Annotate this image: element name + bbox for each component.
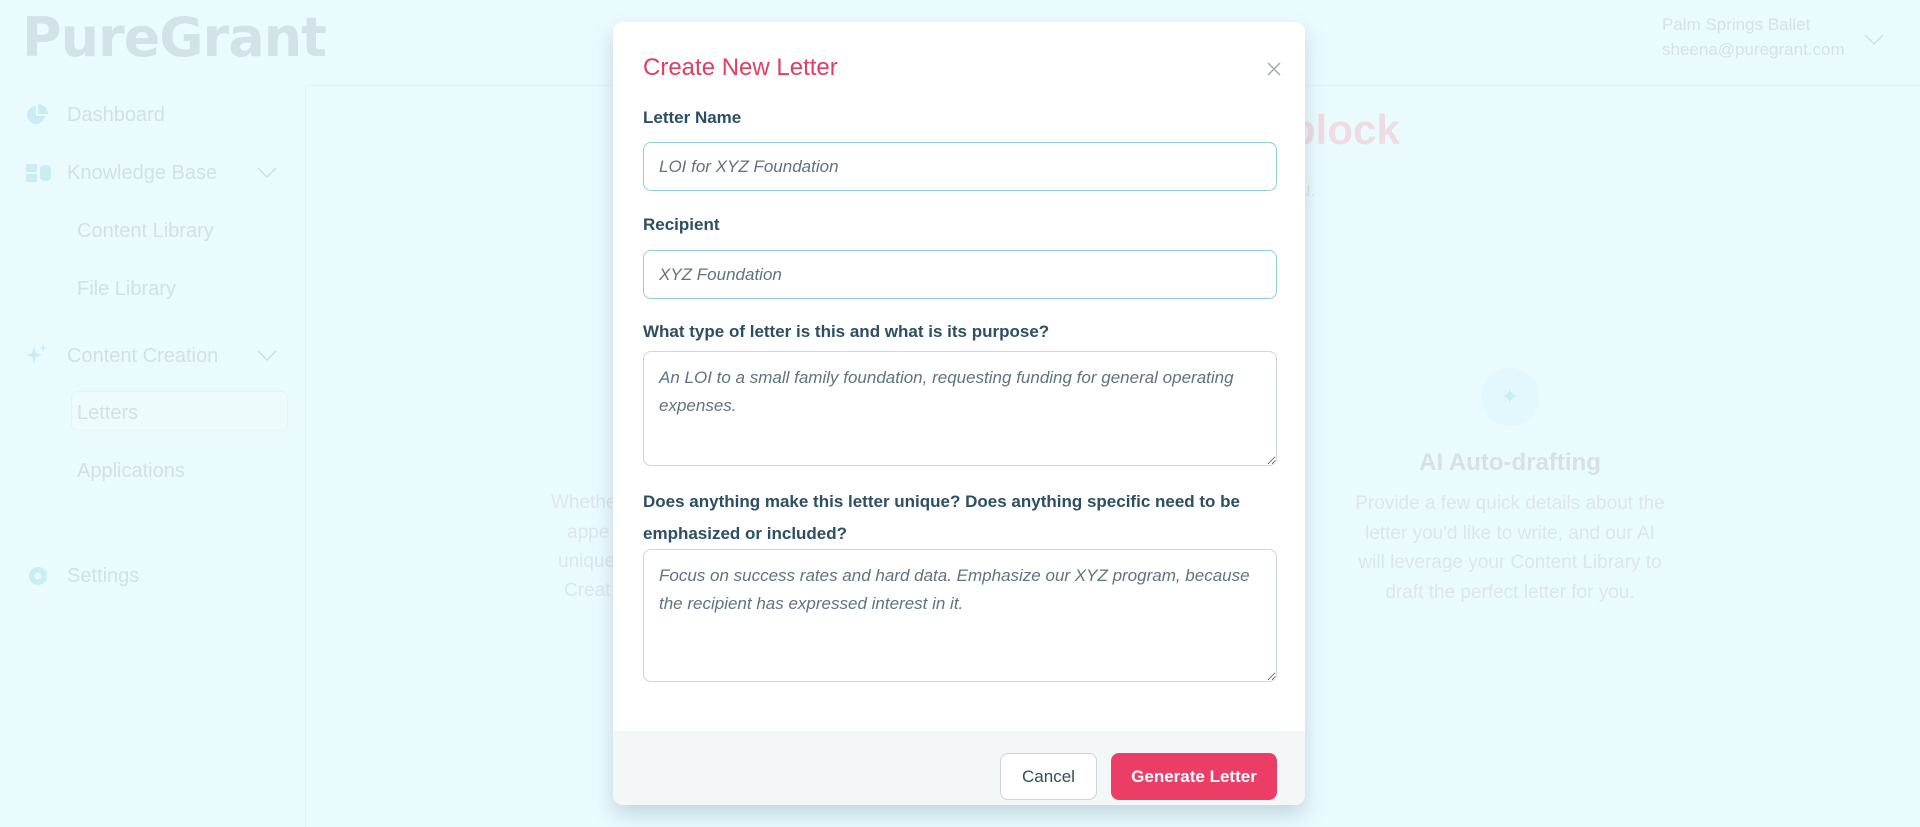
org-name: Palm Springs Ballet — [1662, 15, 1811, 34]
cancel-button[interactable]: Cancel — [1000, 753, 1097, 800]
card-text-line: will leverage your Content Library to — [1358, 552, 1662, 573]
sidebar-item-letters[interactable]: Letters — [77, 402, 138, 425]
card-text-line: unique — [558, 551, 616, 572]
card-text-line: Whethe — [551, 492, 617, 513]
user-menu[interactable]: Palm Springs Ballet sheena@puregrant.com — [1662, 12, 1845, 62]
sparkles-icon — [26, 344, 47, 363]
sparkles-icon: ✦ — [1481, 368, 1539, 426]
sidebar-item-knowledge-base[interactable]: Knowledge Base — [67, 162, 217, 185]
sidebar-divider — [305, 85, 306, 827]
user-email: sheena@puregrant.com — [1662, 40, 1845, 59]
sidebar-item-content-creation[interactable]: Content Creation — [67, 345, 218, 368]
sidebar-item-settings[interactable]: Settings — [67, 565, 139, 588]
letter-name-label: Letter Name — [643, 108, 742, 127]
logo: PureGrant — [22, 6, 327, 69]
letter-name-input[interactable] — [643, 142, 1277, 191]
page-heading: block — [1290, 106, 1400, 153]
purpose-textarea[interactable]: An LOI to a small family foundation, req… — [643, 351, 1277, 466]
pie-chart-icon — [27, 104, 48, 124]
recipient-input[interactable] — [643, 250, 1277, 299]
sidebar-item-content-library[interactable]: Content Library — [77, 220, 214, 243]
chevron-down-icon[interactable] — [257, 167, 277, 179]
card-text-line: letter you'd like to write, and our AI — [1365, 522, 1655, 544]
grid-icon — [26, 164, 51, 182]
purpose-label: What type of letter is this and what is … — [643, 322, 1050, 341]
card-text-line: appe — [567, 522, 610, 543]
card-title: AI Auto-drafting — [1419, 449, 1601, 476]
unique-textarea[interactable]: Focus on success rates and hard data. Em… — [643, 549, 1277, 682]
card-text-line: draft the perfect letter for you. — [1385, 581, 1635, 603]
feature-card-ai-drafting: ✦ AI Auto-drafting Provide a few quick d… — [1330, 368, 1690, 607]
create-letter-dialog: Create New Letter Letter Name Recipient … — [613, 22, 1305, 805]
sidebar-item-dashboard[interactable]: Dashboard — [67, 104, 165, 127]
chevron-down-icon[interactable] — [257, 350, 277, 362]
gear-icon — [29, 567, 47, 585]
card-text-line: Provide a few quick details about the — [1355, 493, 1665, 514]
sidebar-item-applications[interactable]: Applications — [77, 460, 185, 483]
chevron-down-icon[interactable] — [1864, 34, 1884, 46]
dialog-title: Create New Letter — [643, 54, 838, 81]
card-text-line: Creat — [564, 580, 611, 601]
close-icon[interactable] — [1263, 58, 1285, 80]
dialog-footer: Cancel Generate Letter — [613, 731, 1305, 805]
generate-letter-button[interactable]: Generate Letter — [1111, 753, 1277, 800]
recipient-label: Recipient — [643, 215, 720, 234]
unique-label: Does anything make this letter unique? D… — [643, 492, 1241, 543]
sidebar-item-file-library[interactable]: File Library — [77, 278, 176, 301]
